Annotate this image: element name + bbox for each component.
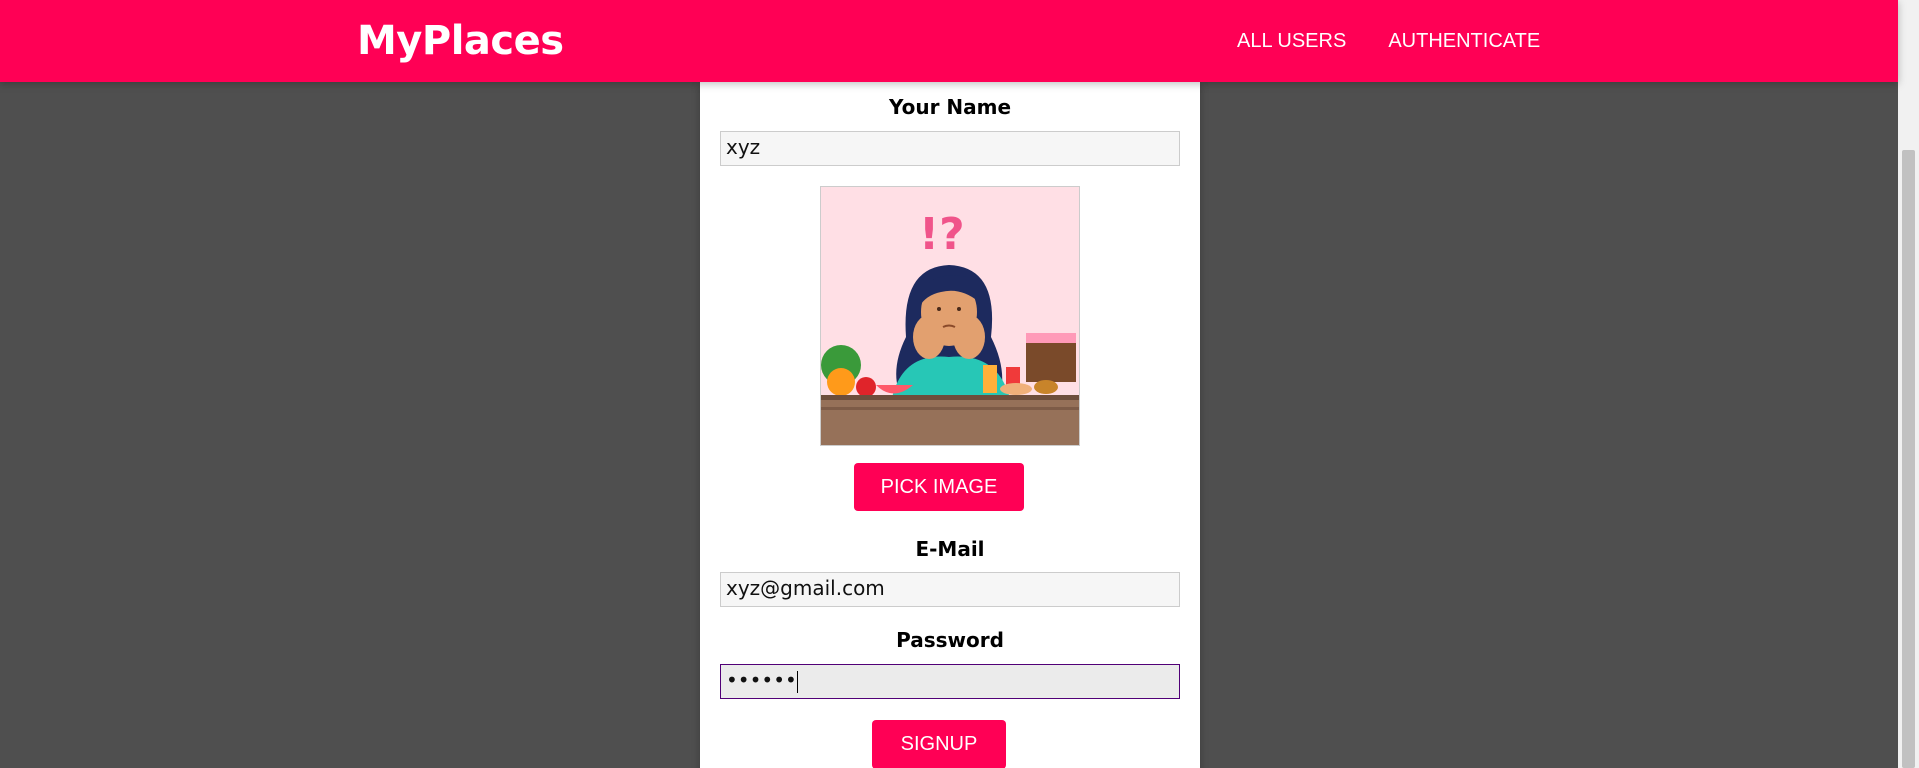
page-scrollbar[interactable] [1898, 0, 1919, 768]
scrollbar-thumb[interactable] [1902, 150, 1915, 768]
password-mask: •••••• [726, 668, 797, 692]
confused-girl-illustration: !? [821, 187, 1079, 445]
app-logo[interactable]: MyPlaces [357, 18, 564, 64]
exclamation-question-glyph: !? [919, 209, 965, 260]
nav-authenticate[interactable]: AUTHENTICATE [1388, 30, 1540, 53]
password-input[interactable]: •••••• [720, 664, 1180, 699]
signup-form-card: Your Name xyz !? PICK IMAGE E-Mail xyz@g… [700, 82, 1200, 768]
email-input[interactable]: xyz@gmail.com [720, 572, 1180, 607]
text-caret [796, 670, 798, 693]
name-input[interactable]: xyz [720, 131, 1180, 166]
nav-all-users[interactable]: ALL USERS [1237, 30, 1346, 53]
main-header: MyPlaces ALL USERS AUTHENTICATE [0, 0, 1898, 82]
signup-button[interactable]: SIGNUP [872, 720, 1006, 768]
pick-image-button[interactable]: PICK IMAGE [854, 463, 1024, 511]
image-preview: !? [820, 186, 1080, 446]
name-label: Your Name [888, 95, 1012, 119]
main-navigation: ALL USERS AUTHENTICATE [1237, 30, 1582, 53]
password-label: Password [896, 628, 1004, 652]
email-label: E-Mail [915, 537, 985, 561]
